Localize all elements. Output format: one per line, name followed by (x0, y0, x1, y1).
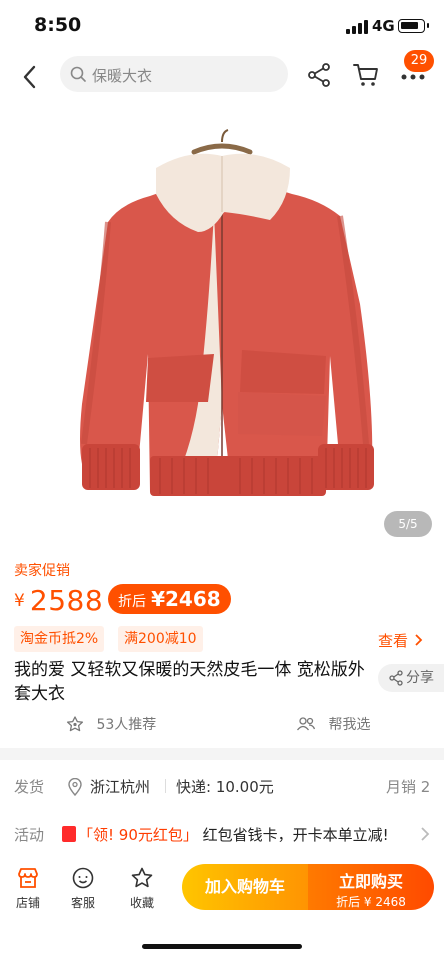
battery-icon (398, 19, 429, 33)
status-bar: 8:50 4G (0, 0, 444, 52)
help-choose-button[interactable]: 帮我选 (296, 714, 370, 734)
shipping-location: 浙江杭州 (90, 778, 151, 796)
network-label: 4G (372, 17, 395, 35)
coupon-tag[interactable]: 满200减10 (118, 626, 203, 652)
buy-now-button[interactable]: 立即购买 折后 ¥ 2468 (308, 864, 434, 910)
divider (165, 779, 166, 793)
service-tab[interactable]: 客服 (61, 866, 105, 911)
red-packet-icon (62, 826, 76, 842)
status-time: 8:50 (34, 14, 82, 36)
see-coupons-link[interactable]: 查看 (378, 630, 423, 651)
location-pin-icon (68, 778, 82, 796)
battery-level (401, 22, 418, 29)
shipping-card: 发货 浙江杭州 快递: 10.00元 月销 2 活动 「领! 90元红包」 红包… (0, 760, 444, 870)
product-info-card: 卖家促销 ¥ 2588 折后 ¥2468 淘金币抵2% 满200减10 查看 我… (0, 550, 444, 748)
share-icon (308, 63, 330, 87)
discounted-price-label: 折后 (118, 594, 146, 610)
buy-now-label: 立即购买 (338, 872, 403, 891)
activity-row[interactable]: 「领! 90元红包」 红包省钱卡，开卡本单立减! (62, 824, 389, 845)
activity-label: 活动 (14, 826, 45, 844)
image-counter: 5/5 (384, 511, 432, 537)
cart-badge: 29 (404, 50, 434, 72)
cart-button[interactable] (352, 62, 380, 88)
users-icon (296, 717, 316, 731)
see-coupons-label: 查看 (378, 632, 409, 650)
product-image (0, 104, 444, 550)
store-label: 店铺 (15, 896, 40, 910)
price: ¥ 2588 (14, 584, 103, 617)
buy-now-price: 折后 ¥ 2468 (336, 895, 406, 909)
promo-tag: 卖家促销 (14, 563, 70, 579)
discounted-price-value: ¥2468 (151, 587, 221, 611)
monthly-sales: 月销 2 (386, 778, 431, 796)
chevron-left-icon (23, 65, 36, 89)
recommend-icon (66, 716, 84, 732)
favorite-tab[interactable]: 收藏 (120, 866, 164, 911)
star-icon (131, 867, 153, 888)
store-tab[interactable]: 店铺 (6, 866, 50, 911)
customer-service-icon (72, 867, 94, 889)
coupon-tag[interactable]: 淘金币抵2% (14, 626, 105, 652)
home-indicator (142, 944, 302, 949)
shipping-fee: 快递: 10.00元 (176, 778, 274, 796)
chevron-right-icon (415, 634, 423, 646)
chevron-right-icon (421, 827, 430, 841)
favorite-label: 收藏 (129, 896, 154, 910)
add-to-cart-button[interactable]: 加入购物车 (182, 864, 308, 910)
activity-text: 红包省钱卡，开卡本单立减! (202, 826, 389, 844)
product-gallery[interactable]: 5/5 (0, 104, 444, 550)
currency-symbol: ¥ (14, 591, 25, 611)
share-button[interactable]: 分享 (378, 664, 444, 692)
product-title: 我的爱 又轻软又保暖的天然皮毛一体 宽松版外套大衣 (14, 660, 365, 704)
store-icon (18, 868, 38, 888)
activity-highlight: 「领! 90元红包」 (78, 826, 198, 844)
help-choose-label: 帮我选 (328, 717, 371, 733)
recommend-label: 53人推荐 (96, 717, 157, 733)
discounted-price-badge: 折后 ¥2468 (108, 584, 231, 614)
price-value: 2588 (29, 584, 104, 617)
share-button[interactable] (306, 62, 332, 88)
recommend-count[interactable]: 53人推荐 (66, 714, 156, 734)
service-label: 客服 (70, 896, 95, 910)
search-placeholder: 保暖大衣 (92, 67, 153, 85)
bottom-action-bar: 店铺 客服 收藏 加入购物车 立即购买 折后 ¥ 2468 (0, 856, 444, 960)
search-input[interactable]: 保暖大衣 (60, 56, 288, 92)
nav-bar: 保暖大衣 29 (0, 50, 444, 104)
shipping-label: 发货 (14, 778, 45, 796)
back-button[interactable] (16, 62, 46, 92)
signal-icon (346, 20, 368, 34)
search-icon (70, 66, 86, 82)
cart-icon (353, 64, 378, 86)
share-label: 分享 (406, 670, 434, 686)
share-icon (389, 670, 403, 686)
